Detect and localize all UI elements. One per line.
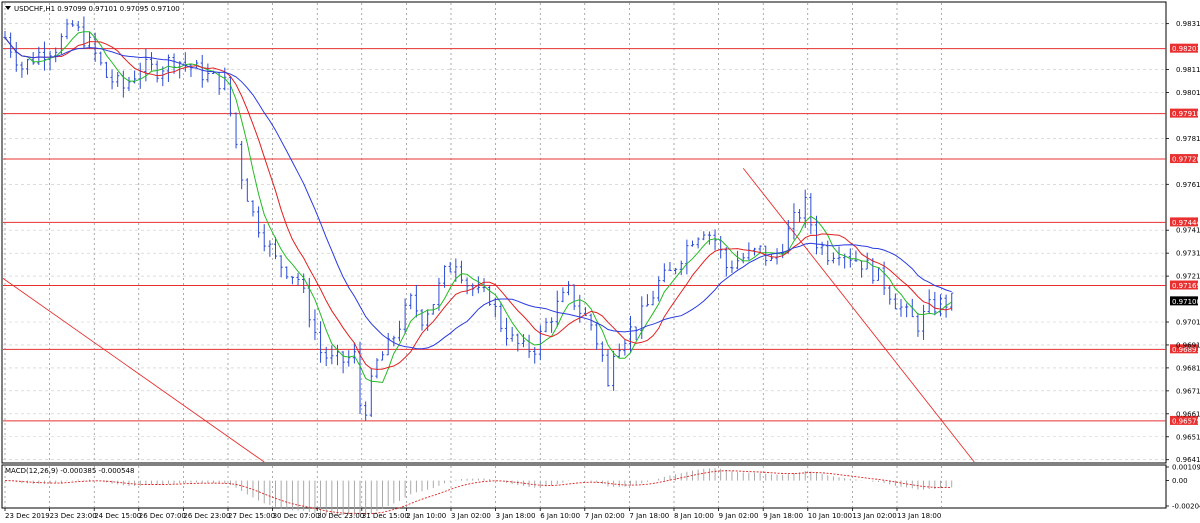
macd-frame <box>1 464 1167 509</box>
level-label: 0.96579 <box>1172 417 1200 425</box>
time-tick-label: 24 Dec 15:00 <box>94 512 141 520</box>
price-tick-label: 0.97410 <box>1176 227 1200 235</box>
time-tick-label: 23 Dec 23:00 <box>50 512 97 520</box>
price-chart[interactable]: 0.98201 0.97918 0.97720 0.97444 0.97169 0.968… <box>0 0 1200 523</box>
time-tick-label: 26 Dec 23:00 <box>183 512 230 520</box>
level-label: 0.97720 <box>1172 156 1200 164</box>
price-tick-label: 0.98010 <box>1176 89 1200 97</box>
price-tick-label: 0.96510 <box>1176 433 1200 441</box>
macd-tick-label: 0.001092 <box>1172 464 1200 472</box>
trend-line-lower[interactable] <box>2 278 265 463</box>
price-tick-label: 0.97210 <box>1176 273 1200 281</box>
time-tick-label: 9 Jan 02:00 <box>719 512 759 520</box>
moving-averages <box>4 31 952 383</box>
level-label: 0.97169 <box>1172 282 1200 290</box>
ma-mid-line <box>4 37 952 370</box>
time-tick-label: 30 Dec 07:00 <box>273 512 320 520</box>
ma-fast-line <box>4 31 952 383</box>
price-tick-label: 0.98310 <box>1176 20 1200 28</box>
macd-tick-label: -0.002044 <box>1172 503 1200 511</box>
level-label: 0.98201 <box>1172 45 1200 53</box>
time-tick-label: 7 Jan 18:00 <box>629 512 669 520</box>
time-tick-label: 10 Jan 10:00 <box>808 512 852 520</box>
time-tick-label: 13 Jan 18:00 <box>897 512 941 520</box>
current-price-label: 0.97100 <box>1172 298 1200 306</box>
price-tick-label: 0.96610 <box>1176 410 1200 418</box>
macd-tick-label: 0.00 <box>1172 477 1188 485</box>
price-tick-label: 0.98110 <box>1176 66 1200 74</box>
symbol-dropdown-icon[interactable] <box>5 6 11 10</box>
time-tick-label: 23 Dec 2019 <box>5 512 50 520</box>
price-tick-label: 0.97810 <box>1176 135 1200 143</box>
time-tick-label: 27 Dec 15:00 <box>228 512 275 520</box>
macd-label: MACD(12,26,9) -0.000385 -0.000548 <box>5 467 134 475</box>
chart-header: USDCHF,H1 0.97099 0.97101 0.97095 0.9710… <box>5 5 180 475</box>
time-tick-label: 9 Jan 18:00 <box>763 512 803 520</box>
price-tick-label: 0.96910 <box>1176 341 1200 349</box>
candles <box>3 16 954 421</box>
chart-window: 0.98201 0.97918 0.97720 0.97444 0.97169 0.968… <box>0 0 1200 523</box>
level-label: 0.97918 <box>1172 110 1200 118</box>
time-tick-label: 3 Jan 18:00 <box>496 512 536 520</box>
symbol-label: USDCHF,H1 0.97099 0.97101 0.97095 0.9710… <box>14 5 180 13</box>
time-tick-label: 26 Dec 07:00 <box>139 512 186 520</box>
time-tick-label: 2 Jan 10:00 <box>406 512 446 520</box>
price-tick-label: 0.96410 <box>1176 456 1200 464</box>
time-tick-label: 3 Jan 02:00 <box>451 512 491 520</box>
ma-slow-line <box>4 37 952 350</box>
time-tick-label: 6 Jan 10:00 <box>540 512 580 520</box>
price-tick-label: 0.97610 <box>1176 181 1200 189</box>
price-tick-label: 0.96810 <box>1176 364 1200 372</box>
grid <box>3 3 1166 507</box>
horizontal-levels[interactable]: 0.98201 0.97918 0.97720 0.97444 0.97169 0.968… <box>3 43 1200 426</box>
time-tick-label: 31 Dec 15:00 <box>362 512 409 520</box>
time-tick-label: 30 Dec 23:00 <box>317 512 364 520</box>
price-tick-label: 0.97010 <box>1176 319 1200 327</box>
level-label: 0.97444 <box>1172 219 1200 227</box>
time-tick-label: 8 Jan 10:00 <box>674 512 714 520</box>
trend-line-upper[interactable] <box>742 167 975 463</box>
time-tick-label: 7 Jan 02:00 <box>585 512 625 520</box>
price-axis: 0.98310 0.98110 0.98010 0.97810 0.97610 0.974… <box>1166 20 1200 464</box>
time-tick-label: 13 Jan 02:00 <box>852 512 896 520</box>
time-axis: 23 Dec 2019 23 Dec 23:0024 Dec 15:0026 De… <box>4 508 941 520</box>
price-tick-label: 0.97310 <box>1176 250 1200 258</box>
price-tick-label: 0.96710 <box>1176 387 1200 395</box>
macd-signal-line <box>4 470 952 515</box>
trend-lines[interactable] <box>2 167 975 463</box>
